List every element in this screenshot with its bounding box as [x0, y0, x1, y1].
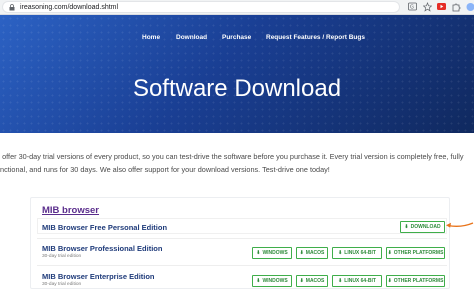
- windows-button[interactable]: ⬇WINDOWS: [252, 247, 292, 259]
- main-nav: Home Download Purchase Request Features …: [0, 34, 474, 46]
- intro-line: unctional, and runs for 30 days. We also…: [0, 163, 474, 176]
- button-label: OTHER PLATFORMS: [394, 250, 444, 256]
- download-icon: ⬇: [300, 250, 304, 256]
- divider: [37, 238, 447, 239]
- lock-icon[interactable]: [9, 4, 15, 11]
- page-title: Software Download: [0, 75, 474, 103]
- button-label: MACOS: [306, 278, 325, 284]
- divider: [37, 265, 447, 266]
- button-label: OTHER PLATFORMS: [394, 278, 444, 284]
- linux-button[interactable]: ⬇LINUX 64-BIT: [332, 247, 382, 259]
- star-icon[interactable]: [423, 2, 432, 12]
- button-label: WINDOWS: [262, 278, 287, 284]
- download-icon: ⬇: [388, 250, 392, 256]
- nav-request-features[interactable]: Request Features / Report Bugs: [266, 34, 365, 41]
- extensions-icon[interactable]: [452, 2, 461, 12]
- download-icon: ⬇: [338, 250, 342, 256]
- product-name: MIB Browser Free Personal Edition: [42, 223, 167, 232]
- product-name: MIB Browser Professional Edition: [42, 244, 162, 253]
- intro-paragraph: e offer 30-day trial versions of every p…: [0, 150, 474, 176]
- nav-home[interactable]: Home: [142, 34, 160, 41]
- nav-download[interactable]: Download: [176, 34, 207, 41]
- button-label: LINUX 64-BIT: [344, 250, 376, 256]
- annotation-arrow-icon: [445, 219, 474, 231]
- product-list: MIB browser MIB Browser Free Personal Ed…: [30, 197, 450, 289]
- url-text[interactable]: ireasoning.com/download.shtml: [20, 2, 118, 13]
- download-icon: ⬇: [338, 278, 342, 284]
- linux-button[interactable]: ⬇LINUX 64-BIT: [332, 275, 382, 287]
- nav-purchase[interactable]: Purchase: [222, 34, 251, 41]
- product-subtitle: 30-day trial edition: [42, 254, 81, 259]
- intro-line: e offer 30-day trial versions of every p…: [0, 150, 474, 163]
- download-icon: ⬇: [388, 278, 392, 284]
- translate-icon[interactable]: G: [408, 2, 417, 12]
- macos-button[interactable]: ⬇MACOS: [296, 275, 328, 287]
- download-button[interactable]: ⬇DOWNLOAD: [400, 221, 445, 233]
- download-icon: ⬇: [300, 278, 304, 284]
- svg-text:G: G: [410, 5, 414, 11]
- section-title-mib-browser[interactable]: MIB browser: [42, 205, 99, 216]
- button-label: WINDOWS: [262, 250, 287, 256]
- product-subtitle: 30-day trial edition: [42, 282, 81, 287]
- hero-pattern: [0, 15, 474, 133]
- address-bar[interactable]: ireasoning.com/download.shtml: [2, 1, 400, 13]
- download-icon: ⬇: [256, 278, 260, 284]
- browser-toolbar: ireasoning.com/download.shtml G: [0, 0, 474, 15]
- other-platforms-button[interactable]: ⬇OTHER PLATFORMS: [386, 247, 445, 259]
- product-name: MIB Browser Enterprise Edition: [42, 272, 155, 281]
- other-platforms-button[interactable]: ⬇OTHER PLATFORMS: [386, 275, 445, 287]
- download-icon: ⬇: [256, 250, 260, 256]
- profile-icon[interactable]: [466, 2, 474, 12]
- windows-button[interactable]: ⬇WINDOWS: [252, 275, 292, 287]
- button-label: MACOS: [306, 250, 325, 256]
- youtube-icon[interactable]: [437, 2, 446, 12]
- download-icon: ⬇: [404, 224, 408, 230]
- button-label: DOWNLOAD: [411, 224, 441, 230]
- button-label: LINUX 64-BIT: [344, 278, 376, 284]
- hero-banner: Home Download Purchase Request Features …: [0, 15, 474, 133]
- macos-button[interactable]: ⬇MACOS: [296, 247, 328, 259]
